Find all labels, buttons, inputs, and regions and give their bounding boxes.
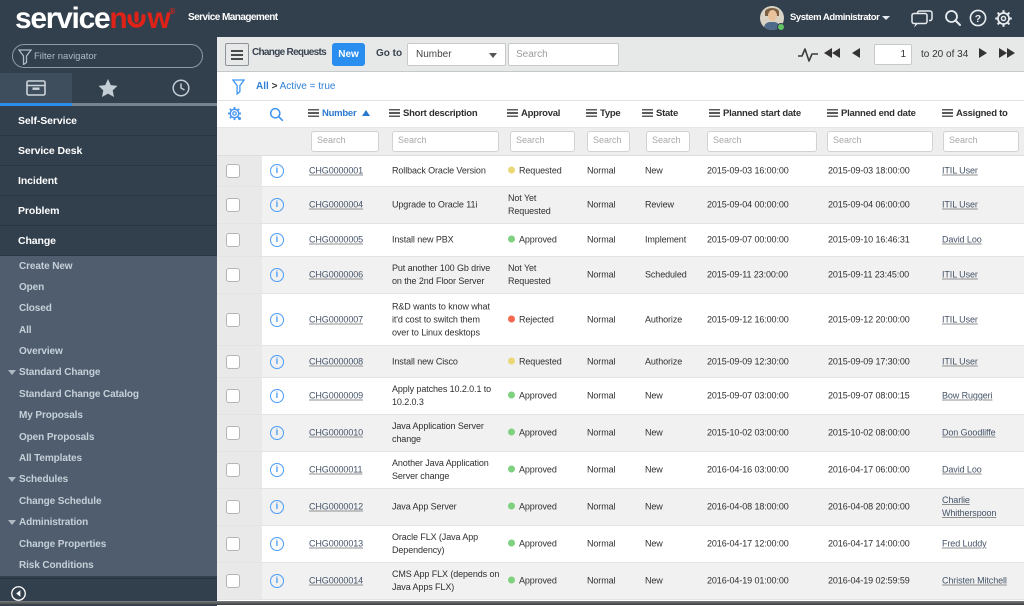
svg-text:?: ? xyxy=(975,13,981,25)
